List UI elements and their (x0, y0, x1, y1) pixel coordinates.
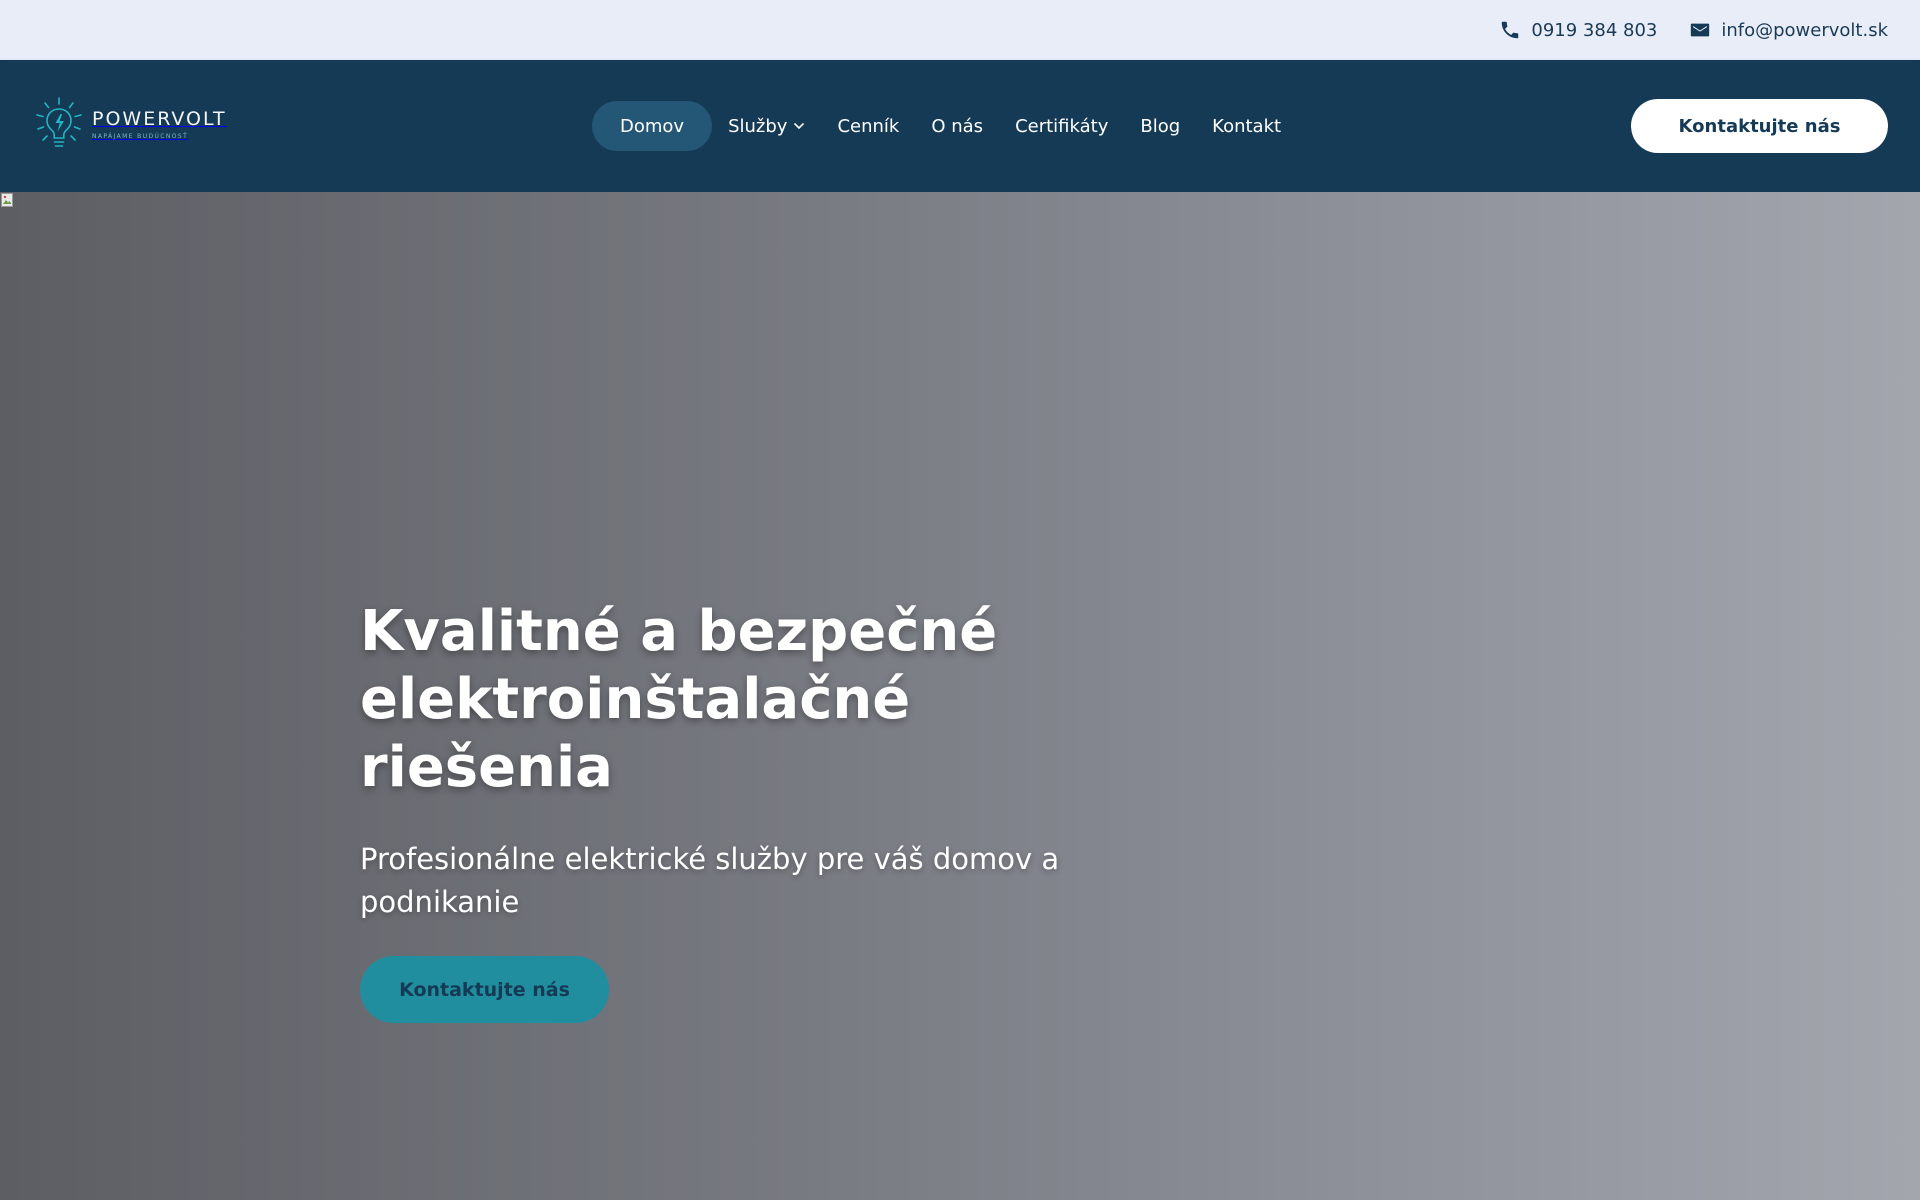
phone-link[interactable]: 0919 384 803 (1499, 19, 1657, 41)
hero-content: Kvalitné a bezpečné elektroinštalačné ri… (360, 598, 1080, 1023)
main-nav: Domov Služby Cenník O nás Certifikáty Bl… (592, 101, 1297, 151)
hero-subtitle-line-1: Profesionálne elektrické služby pre váš … (360, 842, 1060, 876)
logo[interactable]: POWERVOLT NAPÁJAME BUDÚCNOSŤ (34, 96, 227, 152)
chevron-down-icon (794, 123, 805, 129)
hero-title-line-1: Kvalitné a bezpečné (360, 599, 998, 664)
nav-item-cennik[interactable]: Cenník (821, 101, 915, 151)
nav-item-certifikaty[interactable]: Certifikáty (999, 101, 1124, 151)
hero-subtitle-line-2: podnikanie (360, 885, 520, 919)
nav-item-o-nas[interactable]: O nás (915, 101, 999, 151)
logo-tagline: NAPÁJAME BUDÚCNOSŤ (92, 133, 189, 140)
broken-image-icon (1, 193, 13, 207)
phone-number: 0919 384 803 (1531, 19, 1658, 41)
top-contact-bar: 0919 384 803 info@powervolt.sk (0, 0, 1920, 60)
nav-item-blog[interactable]: Blog (1124, 101, 1196, 151)
main-header: POWERVOLT NAPÁJAME BUDÚCNOSŤ Domov Služb… (0, 60, 1920, 192)
hero-subtitle: Profesionálne elektrické služby pre váš … (360, 838, 1080, 924)
hero-section: Kvalitné a bezpečné elektroinštalačné ri… (0, 192, 1920, 1200)
hero-title-line-2: elektroinštalačné riešenia (360, 667, 911, 800)
envelope-icon (1691, 23, 1710, 37)
email-address: info@powervolt.sk (1721, 19, 1888, 41)
lightbulb-icon (36, 97, 82, 147)
hero-contact-button[interactable]: Kontaktujte nás (360, 956, 609, 1023)
nav-item-sluzby[interactable]: Služby (712, 101, 821, 151)
email-link[interactable]: info@powervolt.sk (1689, 19, 1888, 41)
phone-icon (1502, 21, 1519, 39)
nav-item-domov[interactable]: Domov (592, 101, 713, 151)
hero-title: Kvalitné a bezpečné elektroinštalačné ri… (360, 598, 1080, 802)
header-contact-button[interactable]: Kontaktujte nás (1631, 99, 1888, 153)
nav-item-kontakt[interactable]: Kontakt (1196, 101, 1297, 151)
logo-name: POWERVOLT (92, 108, 227, 130)
